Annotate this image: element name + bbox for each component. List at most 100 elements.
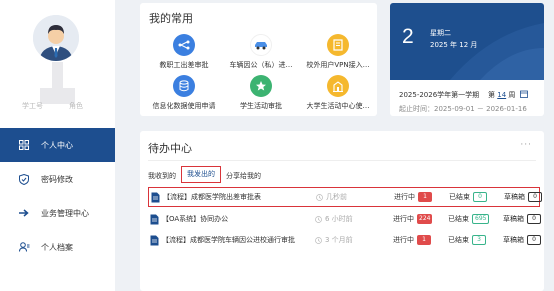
grid-icon [18, 139, 30, 151]
more-icon[interactable]: ··· [520, 140, 532, 150]
week-number[interactable]: 14 [497, 91, 506, 99]
todo-title: 待办中心 [148, 142, 192, 155]
count-badge: 1 [417, 235, 431, 245]
favorite-item-student-activity[interactable]: 学生活动审批 [221, 75, 301, 111]
row-time: 3 个月前 [315, 235, 353, 245]
status-label: 已结束 [448, 236, 469, 244]
data-icon [173, 75, 195, 97]
document-icon [150, 214, 159, 224]
divider [148, 160, 536, 161]
favorite-label: 教职工出差审批 [159, 61, 209, 69]
clock-icon [315, 215, 322, 223]
shield-icon [18, 173, 30, 185]
count-badge: 3 [472, 235, 486, 245]
sidebar: 学工号 角色 个人中心 密码修改 业务管理中心 个人档案 [0, 0, 115, 291]
favorite-label: 校外用户VPN接入… [306, 61, 370, 69]
sidebar-item-personal-center[interactable]: 个人中心 [0, 128, 115, 162]
clock-icon [315, 236, 322, 244]
sidebar-item-label: 密码修改 [41, 174, 73, 184]
status-in-progress[interactable]: 进行中 224 [393, 214, 433, 224]
car-icon [250, 34, 272, 56]
row-time: 6 小时前 [315, 214, 353, 224]
status-done[interactable]: 已结束 0 [449, 192, 487, 202]
favorites-title: 我的常用 [149, 12, 193, 25]
sidebar-nav: 个人中心 密码修改 业务管理中心 个人档案 [0, 128, 115, 264]
tab-received[interactable]: 我收到的 [148, 171, 176, 181]
row-time-text: 几秒前 [326, 193, 347, 201]
status-draft[interactable]: 草稿箱 0 [503, 214, 541, 224]
activity-icon [250, 75, 272, 97]
user-profile-icon [18, 241, 30, 253]
week-indicator: 第 14 周 [488, 90, 528, 100]
user-role-label: 角色 [69, 102, 83, 110]
favorite-label: 学生活动审批 [240, 102, 282, 110]
status-label: 进行中 [393, 236, 414, 244]
row-title[interactable]: 【流程】成都医学院出差审批表 [163, 192, 261, 202]
count-badge: 224 [417, 214, 433, 224]
favorite-label: 车辆因公（私）进… [229, 61, 293, 69]
status-draft[interactable]: 草稿箱 0 [504, 192, 542, 202]
favorite-label: 信息化数据使用申请 [152, 102, 216, 110]
favorite-item-activity-center[interactable]: 大学生活动中心使… [298, 75, 378, 111]
row-title[interactable]: 【OA系统】协同办公 [162, 214, 228, 224]
table-row[interactable]: 【流程】成都医学院车辆因公进校通行审批 3 个月前 进行中 1 已结束 3 草稿箱 0 [148, 230, 541, 250]
row-time-text: 6 小时前 [325, 215, 353, 223]
building-icon [327, 75, 349, 97]
table-row[interactable]: 【OA系统】协同办公 6 小时前 进行中 224 已结束 695 草稿箱 0 [148, 209, 541, 229]
favorite-item-travel-approval[interactable]: 教职工出差审批 [144, 34, 224, 70]
row-time-text: 3 个月前 [325, 236, 353, 244]
avatar[interactable] [33, 15, 79, 61]
status-label: 已结束 [448, 215, 469, 223]
academic-term: 2025-2026学年第一学期 [399, 91, 480, 99]
favorite-label: 大学生活动中心使… [306, 102, 370, 110]
favorite-item-vehicle[interactable]: 车辆因公（私）进… [221, 34, 301, 70]
user-id-label: 学工号 [22, 102, 43, 110]
favorite-item-vpn[interactable]: 校外用户VPN接入… [298, 34, 378, 70]
status-label: 草稿箱 [503, 236, 524, 244]
status-label: 进行中 [393, 215, 414, 223]
status-done[interactable]: 已结束 695 [448, 214, 490, 224]
tab-shared[interactable]: 分享给我的 [226, 171, 261, 181]
sidebar-item-label: 个人中心 [41, 140, 73, 150]
calendar-icon[interactable] [519, 90, 528, 98]
status-in-progress[interactable]: 进行中 1 [394, 192, 432, 202]
count-badge: 0 [527, 214, 541, 224]
status-label: 草稿箱 [504, 193, 525, 201]
favorites-card: 我的常用 教职工出差审批 车辆因公（私）进… 校外用户VPN接入… 信息化数据使… [140, 3, 377, 116]
row-title[interactable]: 【流程】成都医学院车辆因公进校通行审批 [162, 235, 295, 245]
date-weekday: 星期二 [430, 29, 451, 37]
date-card: 2 星期二 2025 年 12 月 2025-2026学年第一学期 第 14 周… [390, 3, 544, 116]
favorite-item-data-request[interactable]: 信息化数据使用申请 [144, 75, 224, 111]
clock-icon [316, 193, 323, 201]
tab-sent[interactable]: 我发出的 [181, 166, 221, 183]
count-badge: 695 [472, 214, 490, 224]
term-range: 起止时间：2025-09-01 － 2026-01-16 [399, 105, 527, 113]
date-year-month: 2025 年 12 月 [430, 41, 478, 49]
user-meta: 学工号 角色 [22, 101, 109, 111]
status-label: 进行中 [394, 193, 415, 201]
sidebar-item-label: 个人档案 [41, 242, 73, 252]
week-prefix: 第 [488, 91, 495, 99]
vpn-icon [327, 34, 349, 56]
sidebar-item-label: 业务管理中心 [41, 208, 89, 218]
table-row[interactable]: 【流程】成都医学院出差审批表 几秒前 进行中 1 已结束 0 草稿箱 0 [148, 187, 542, 207]
sidebar-item-password[interactable]: 密码修改 [0, 162, 115, 196]
row-time: 几秒前 [316, 192, 347, 202]
sidebar-item-profile[interactable]: 个人档案 [0, 230, 115, 264]
count-badge: 1 [418, 192, 432, 202]
status-in-progress[interactable]: 进行中 1 [393, 235, 431, 245]
blurred-name [52, 62, 63, 88]
count-badge: 0 [473, 192, 487, 202]
count-badge: 0 [527, 235, 541, 245]
sidebar-item-business[interactable]: 业务管理中心 [0, 196, 115, 230]
document-icon [150, 235, 159, 245]
status-label: 草稿箱 [503, 215, 524, 223]
week-suffix: 周 [508, 91, 516, 99]
arrow-right-icon [18, 207, 30, 219]
todo-card: 待办中心 ··· 我收到的 我发出的 分享给我的 【流程】成都医学院出差审批表 … [140, 131, 544, 291]
date-banner: 2 星期二 2025 年 12 月 [390, 3, 544, 80]
status-done[interactable]: 已结束 3 [448, 235, 486, 245]
date-day: 2 [402, 25, 414, 48]
status-draft[interactable]: 草稿箱 0 [503, 235, 541, 245]
avatar-icon [33, 15, 79, 61]
